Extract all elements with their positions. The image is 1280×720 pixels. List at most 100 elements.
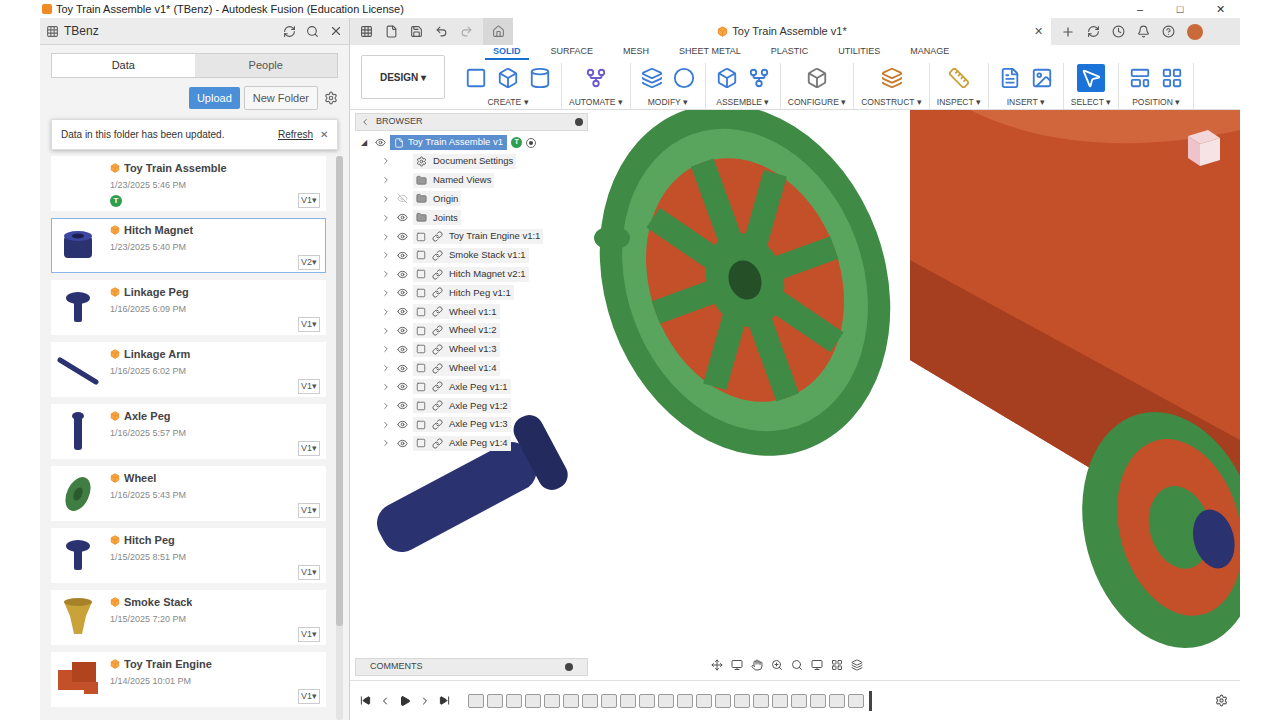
expand-icon[interactable] [381, 363, 391, 373]
step-back-icon[interactable] [379, 695, 391, 707]
version-dropdown[interactable]: V1▾ [298, 565, 320, 581]
window-control-button[interactable]: ✕ [1200, 1, 1240, 18]
toolbar-group-label[interactable]: SELECT ▾ [1071, 96, 1111, 109]
expand-icon[interactable] [381, 213, 391, 223]
browser-item[interactable]: Axle Peg v1:4 [355, 434, 588, 453]
workspace-dropdown[interactable]: DESIGN ▾ [361, 55, 445, 99]
eye-icon[interactable] [397, 269, 408, 280]
tool-button[interactable] [803, 64, 831, 92]
search-icon[interactable] [306, 25, 319, 38]
timeline-step-icon[interactable] [639, 694, 655, 708]
version-dropdown[interactable]: V2▾ [298, 255, 320, 271]
home-tab[interactable] [483, 18, 513, 45]
tool-button[interactable] [878, 64, 906, 92]
version-dropdown[interactable]: V1▾ [298, 193, 320, 209]
timeline-step-icon[interactable] [810, 694, 826, 708]
viewport[interactable]: BROWSER◢Toy Train Assemble v1TDocument S… [350, 110, 1240, 680]
expand-icon[interactable] [381, 344, 391, 354]
toolbar-group-label[interactable]: POSITION ▾ [1132, 96, 1180, 109]
toolbar-group-label[interactable]: ASSEMBLE ▾ [716, 96, 769, 109]
timeline-step-icon[interactable] [487, 694, 503, 708]
timeline-step-icon[interactable] [620, 694, 636, 708]
file-card[interactable]: Hitch Magnet1/23/2025 5:40 PMV2▾ [51, 218, 326, 273]
timeline-step-icon[interactable] [753, 694, 769, 708]
toolbar-group[interactable]: MODIFY ▾ [631, 63, 706, 109]
new-folder-button[interactable]: New Folder [244, 86, 318, 111]
eye-icon[interactable] [397, 419, 408, 430]
eye-icon[interactable] [397, 381, 408, 392]
version-dropdown[interactable]: V1▾ [298, 627, 320, 643]
browser-item[interactable]: Axle Peg v1:1 [355, 378, 588, 397]
expand-icon[interactable] [381, 307, 391, 317]
browser-item[interactable]: Axle Peg v1:2 [355, 396, 588, 415]
notice-close-button[interactable]: ✕ [320, 127, 328, 142]
toolbar-group[interactable]: SELECT ▾ [1064, 63, 1119, 109]
eye-icon[interactable] [397, 212, 408, 223]
browser-item[interactable]: Hitch Magnet v2:1 [355, 265, 588, 284]
file-card[interactable]: Axle Peg1/16/2025 5:57 PMV1▾ [51, 404, 326, 459]
close-icon[interactable] [329, 24, 343, 38]
collapse-icon[interactable] [360, 117, 370, 127]
browser-pin-icon[interactable] [575, 118, 583, 126]
toolbar-group-label[interactable]: AUTOMATE ▾ [569, 96, 623, 109]
version-dropdown[interactable]: V1▾ [298, 441, 320, 457]
eye-icon[interactable] [397, 287, 408, 298]
toolbar-tab[interactable]: PLASTIC [763, 45, 817, 60]
file-card[interactable]: Wheel1/16/2025 5:43 PMV1▾ [51, 466, 326, 521]
timeline-marker[interactable] [869, 691, 872, 711]
expand-icon[interactable] [381, 269, 391, 279]
file-card[interactable]: Toy Train Assemble1/23/2025 5:46 PMTV1▾ [51, 156, 326, 211]
eye-icon[interactable] [375, 137, 386, 148]
browser-root[interactable]: ◢Toy Train Assemble v1T [355, 133, 588, 152]
version-dropdown[interactable]: V1▾ [298, 503, 320, 519]
go-end-icon[interactable] [439, 695, 450, 706]
toolbar-group[interactable]: INSPECT ▾ [930, 63, 989, 109]
go-start-icon[interactable] [360, 695, 371, 706]
expand-icon[interactable] [381, 232, 391, 242]
save-icon[interactable] [410, 25, 423, 38]
expand-icon[interactable] [381, 156, 391, 166]
file-card[interactable]: Linkage Peg1/16/2025 6:09 PMV1▾ [51, 280, 326, 335]
jobs-icon[interactable] [1087, 25, 1100, 38]
tool-button[interactable] [526, 64, 554, 92]
browser-item[interactable]: Document Settings [355, 152, 588, 171]
tool-button[interactable] [1077, 64, 1105, 92]
window-control-button[interactable]: – [1120, 1, 1160, 18]
file-card[interactable]: Toy Train Engine1/14/2025 10:01 PMV1▾ [51, 652, 326, 707]
file-menu-icon[interactable] [385, 25, 398, 38]
timeline-step-icon[interactable] [525, 694, 541, 708]
activate-radio-icon[interactable] [526, 138, 536, 148]
upload-button[interactable]: Upload [189, 87, 240, 110]
timeline-step-icon[interactable] [772, 694, 788, 708]
tool-button[interactable] [670, 64, 698, 92]
tool-button[interactable] [1028, 64, 1056, 92]
play-icon[interactable] [399, 695, 411, 707]
toolbar-tab[interactable]: MANAGE [902, 45, 957, 60]
timeline-step-icon[interactable] [696, 694, 712, 708]
data-tab[interactable]: Data [52, 54, 195, 77]
scrollbar-thumb[interactable] [336, 156, 343, 626]
toolbar-tab[interactable]: UTILITIES [830, 45, 888, 60]
tool-button[interactable] [996, 64, 1024, 92]
tool-button[interactable] [1158, 64, 1186, 92]
timeline-step-icon[interactable] [582, 694, 598, 708]
toolbar-group-label[interactable]: CONSTRUCT ▾ [861, 96, 922, 109]
timeline-step-icon[interactable] [677, 694, 693, 708]
viewports-icon[interactable] [851, 659, 863, 671]
expand-icon[interactable] [381, 438, 391, 448]
eye-icon[interactable] [397, 231, 408, 242]
orbit-icon[interactable] [711, 659, 723, 671]
toolbar-group[interactable]: POSITION ▾ [1119, 63, 1194, 109]
eye-icon[interactable] [397, 344, 408, 355]
tool-button[interactable] [945, 64, 973, 92]
toolbar-group[interactable]: AUTOMATE ▾ [562, 63, 631, 109]
expand-icon[interactable] [381, 175, 391, 185]
toolbar-group-label[interactable]: CREATE ▾ [487, 96, 528, 109]
undo-icon[interactable] [435, 25, 448, 38]
tool-button[interactable] [462, 64, 490, 92]
refresh-icon[interactable] [283, 25, 296, 38]
data-tab[interactable]: People [195, 54, 338, 77]
eye-icon[interactable] [397, 363, 408, 374]
timeline-step-icon[interactable] [829, 694, 845, 708]
file-card[interactable]: Smoke Stack1/15/2025 7:20 PMV1▾ [51, 590, 326, 645]
